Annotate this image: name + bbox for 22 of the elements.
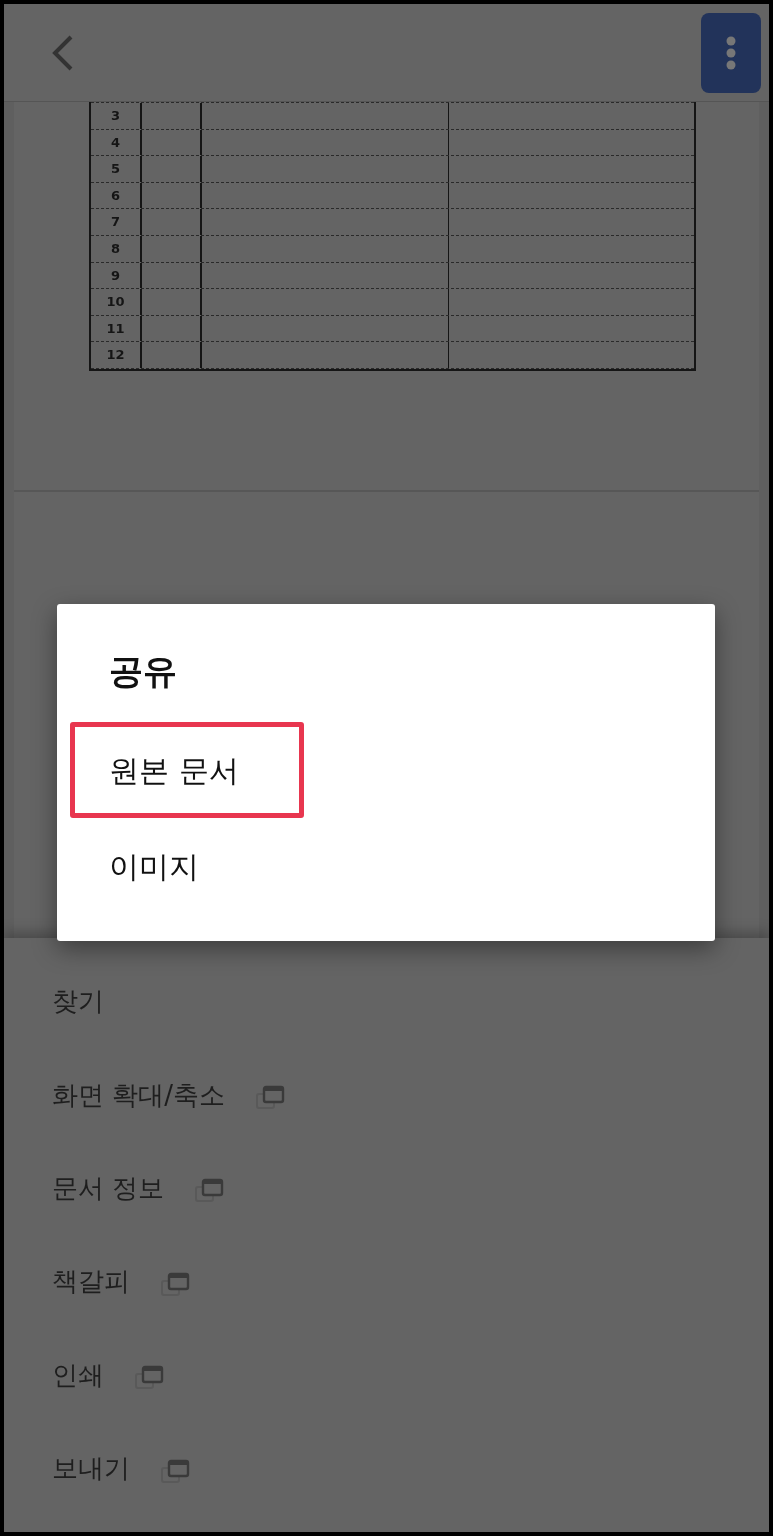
row-number: 3 [110, 107, 120, 126]
row-number: 4 [110, 133, 120, 152]
menu-item[interactable]: 보내기 [52, 1449, 130, 1495]
menu-item[interactable]: 문서 정보 [52, 1168, 165, 1214]
row-number: 5 [110, 160, 120, 179]
share-option[interactable]: 이미지 [104, 818, 204, 914]
back-icon [52, 34, 74, 71]
dialog-title: 공유 [109, 650, 178, 693]
row-number: 6 [110, 186, 120, 205]
more-icon [725, 34, 737, 71]
more-button[interactable] [701, 12, 761, 93]
row-number: 7 [110, 213, 120, 232]
row-number: 12 [106, 346, 125, 365]
menu-item[interactable]: 찾기 [52, 982, 104, 1028]
row-number: 10 [106, 293, 125, 312]
share-option[interactable]: 원본 문서 [70, 722, 304, 818]
menu-item[interactable]: 화면 확대/축소 [52, 1075, 226, 1121]
menu-item[interactable]: 책갈피 [52, 1262, 130, 1308]
row-number: 8 [110, 240, 120, 258]
row-number: 9 [110, 266, 120, 285]
menu-item[interactable]: 인쇄 [52, 1355, 104, 1401]
row-number: 11 [106, 319, 125, 338]
